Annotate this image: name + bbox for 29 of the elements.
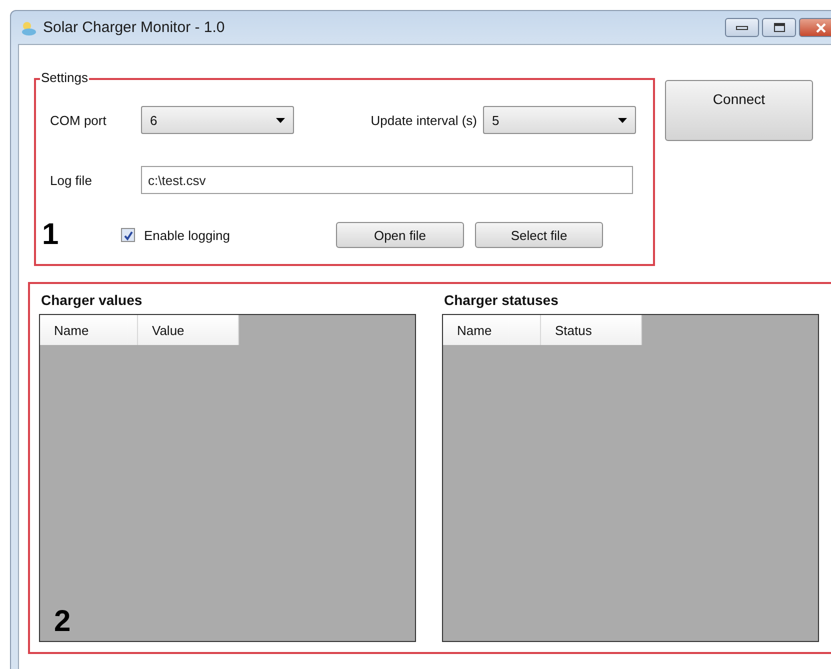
annotation-number: 2 — [54, 605, 71, 639]
column-header[interactable]: Value — [138, 315, 239, 345]
interval-dropdown[interactable]: 5 — [483, 106, 636, 134]
list-view[interactable]: Name Status — [442, 314, 819, 642]
window-title: Solar Charger Monitor - 1.0 — [43, 19, 225, 36]
field-label: Update interval (s) — [370, 112, 477, 128]
caret-icon — [618, 118, 627, 122]
file-button[interactable]: Open file — [336, 222, 464, 248]
file-button[interactable]: Select file — [475, 222, 603, 248]
close-button[interactable] — [799, 18, 831, 37]
list-title: Charger statuses — [444, 292, 560, 310]
field-label: COM port — [49, 112, 108, 128]
field-label: Log file — [49, 172, 93, 188]
connect-button[interactable]: Connect — [665, 80, 813, 141]
enable-logging-checkbox[interactable]: Enable logging — [121, 228, 336, 242]
minimize-button[interactable] — [725, 18, 759, 37]
list-view[interactable]: Name Value 2 — [39, 314, 416, 642]
list-title: Charger values — [41, 292, 144, 310]
column-header[interactable]: Name — [443, 315, 541, 345]
group-title: Settings — [40, 70, 89, 85]
maximize-button[interactable] — [762, 18, 796, 37]
column-header[interactable]: Status — [541, 315, 642, 345]
column-header[interactable]: Name — [40, 315, 138, 345]
caret-icon — [276, 118, 285, 122]
checkbox-box[interactable] — [121, 228, 135, 242]
close-icon — [816, 22, 826, 32]
com-port-dropdown[interactable]: 6 — [141, 106, 294, 134]
log-file-field[interactable]: c:\test.csv — [141, 166, 633, 194]
annotation-number: 1 — [42, 220, 60, 250]
